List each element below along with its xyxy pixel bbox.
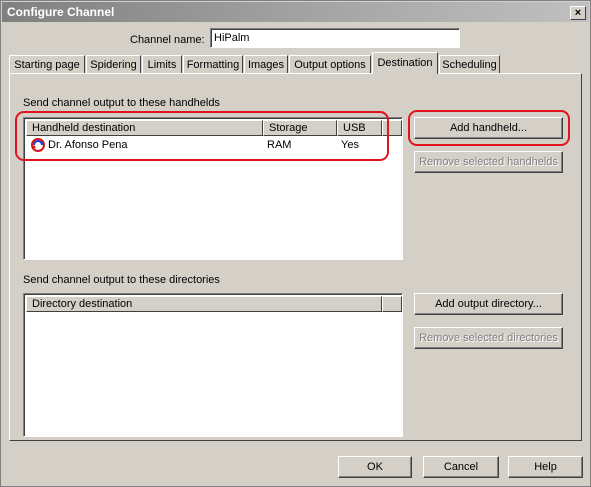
column-filler [382, 296, 402, 312]
channel-name-label: Channel name: [130, 34, 205, 46]
directories-section-label: Send channel output to these directories [23, 274, 220, 286]
tab-scheduling[interactable]: Scheduling [439, 55, 500, 73]
window-title: Configure Channel [7, 5, 115, 19]
handhelds-section-label: Send channel output to these handhelds [23, 97, 220, 109]
ok-button[interactable]: OK [338, 456, 412, 478]
help-button[interactable]: Help [508, 456, 583, 478]
remove-selected-handhelds-button[interactable]: Remove selected handhelds [414, 151, 563, 173]
close-icon[interactable]: × [570, 6, 586, 20]
title-bar[interactable]: Configure Channel × [2, 2, 589, 22]
tab-spidering[interactable]: Spidering [86, 55, 141, 73]
configure-channel-dialog: Configure Channel × Channel name: Starti… [0, 0, 591, 487]
tab-formatting[interactable]: Formatting [183, 55, 243, 73]
add-output-directory-button[interactable]: Add output directory... [414, 293, 563, 315]
tab-limits[interactable]: Limits [142, 55, 182, 73]
tab-images[interactable]: Images [244, 55, 288, 73]
tab-destination[interactable]: Destination [372, 52, 438, 74]
column-directory-destination[interactable]: Directory destination [26, 296, 382, 312]
tab-output-options[interactable]: Output options [289, 55, 371, 73]
cancel-button[interactable]: Cancel [423, 456, 499, 478]
remove-selected-directories-button[interactable]: Remove selected directories [414, 327, 563, 349]
handheld-highlight-annotation [15, 111, 389, 161]
add-handheld-highlight-annotation [408, 110, 570, 146]
directory-list[interactable]: Directory destination [23, 293, 403, 437]
tab-starting-page[interactable]: Starting page [9, 55, 85, 73]
channel-name-input[interactable] [210, 28, 460, 48]
